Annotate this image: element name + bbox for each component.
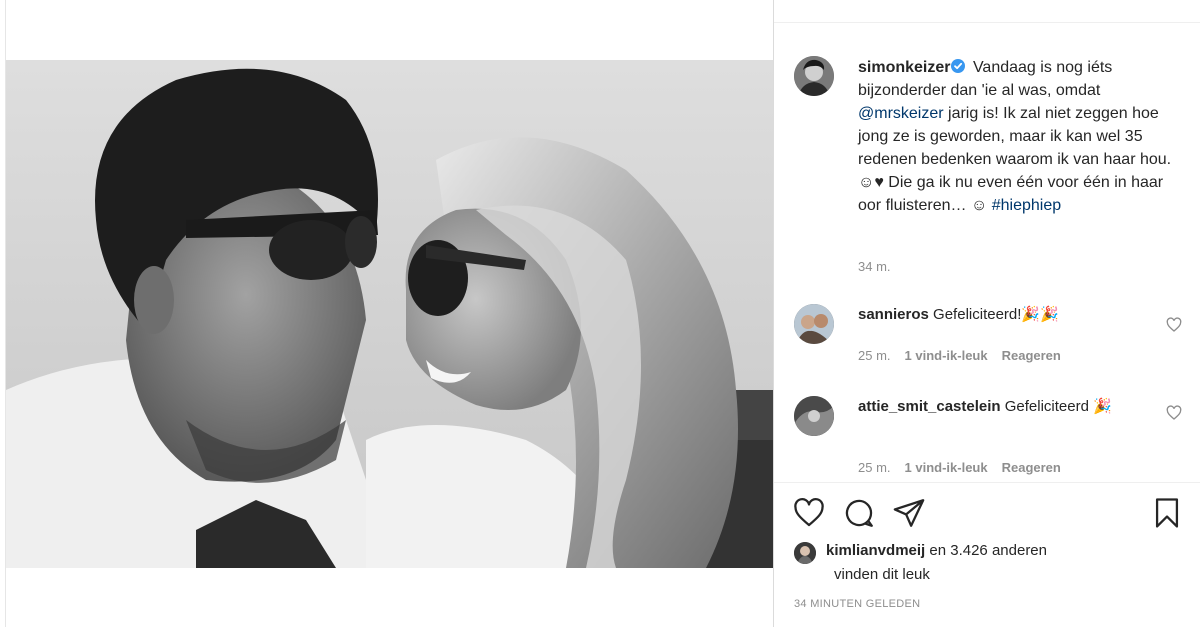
commenter-avatar[interactable] (794, 396, 834, 436)
commenter-username[interactable]: sannieros (858, 306, 929, 323)
caption-mention-link[interactable]: @mrskeizer (858, 105, 944, 122)
likes-line-1: kimlianvdmeij en 3.426 anderen (826, 540, 1047, 562)
post-photo[interactable] (6, 60, 773, 568)
comment-likes-count[interactable]: 1 vind-ik-leuk (905, 460, 988, 475)
commenter-username[interactable]: attie_smit_castelein (858, 398, 1001, 415)
likes-others-count[interactable]: en 3.426 anderen (929, 542, 1047, 559)
caption-text: simonkeizer Vandaag is nog iéts bijzonde… (858, 56, 1178, 217)
comment-time[interactable]: 25 m. (858, 460, 891, 475)
caption-hashtag-link[interactable]: #hiephiep (992, 197, 1061, 214)
comment-body: Gefeliciteerd!🎉🎉 (933, 306, 1059, 323)
post-actions-bar (792, 496, 1184, 532)
comment-likes-count[interactable]: 1 vind-ik-leuk (905, 348, 988, 363)
comment-reply-button[interactable]: Reageren (1002, 348, 1061, 363)
heart-icon[interactable] (792, 496, 826, 530)
post-timestamp[interactable]: 34 MINUTEN GELEDEN (794, 598, 920, 610)
actions-divider (774, 482, 1200, 483)
post-side-panel: simonkeizer Vandaag is nog iéts bijzonde… (774, 0, 1200, 627)
comment-text: sannieros Gefeliciteerd!🎉🎉 (858, 304, 1138, 326)
comment-time[interactable]: 25 m. (858, 348, 891, 363)
author-username[interactable]: simonkeizer (858, 59, 950, 76)
comment-icon[interactable] (842, 496, 876, 530)
comment-meta: 25 m. 1 vind-ik-leuk Reageren (858, 348, 1075, 363)
bookmark-icon[interactable] (1150, 496, 1184, 530)
paper-plane-icon[interactable] (892, 496, 926, 530)
comment-reply-button[interactable]: Reageren (1002, 460, 1061, 475)
photo-illustration (6, 60, 773, 568)
post-media-area (6, 0, 773, 627)
comment-body: Gefeliciteerd 🎉 (1004, 398, 1112, 415)
comment-like-heart-icon[interactable] (1166, 317, 1182, 333)
header-divider (774, 22, 1200, 23)
likes-line-2: vinden dit leuk (834, 566, 930, 583)
liker-username[interactable]: kimlianvdmeij (826, 542, 925, 559)
verified-badge-icon (951, 57, 966, 73)
author-avatar[interactable] (794, 56, 834, 96)
commenter-avatar[interactable] (794, 304, 834, 344)
liker-avatar[interactable] (794, 542, 816, 564)
caption-time[interactable]: 34 m. (858, 259, 891, 274)
comment-meta: 25 m. 1 vind-ik-leuk Reageren (858, 460, 1075, 475)
comment-like-heart-icon[interactable] (1166, 405, 1182, 421)
comment-text: attie_smit_castelein Gefeliciteerd 🎉 (858, 396, 1138, 418)
